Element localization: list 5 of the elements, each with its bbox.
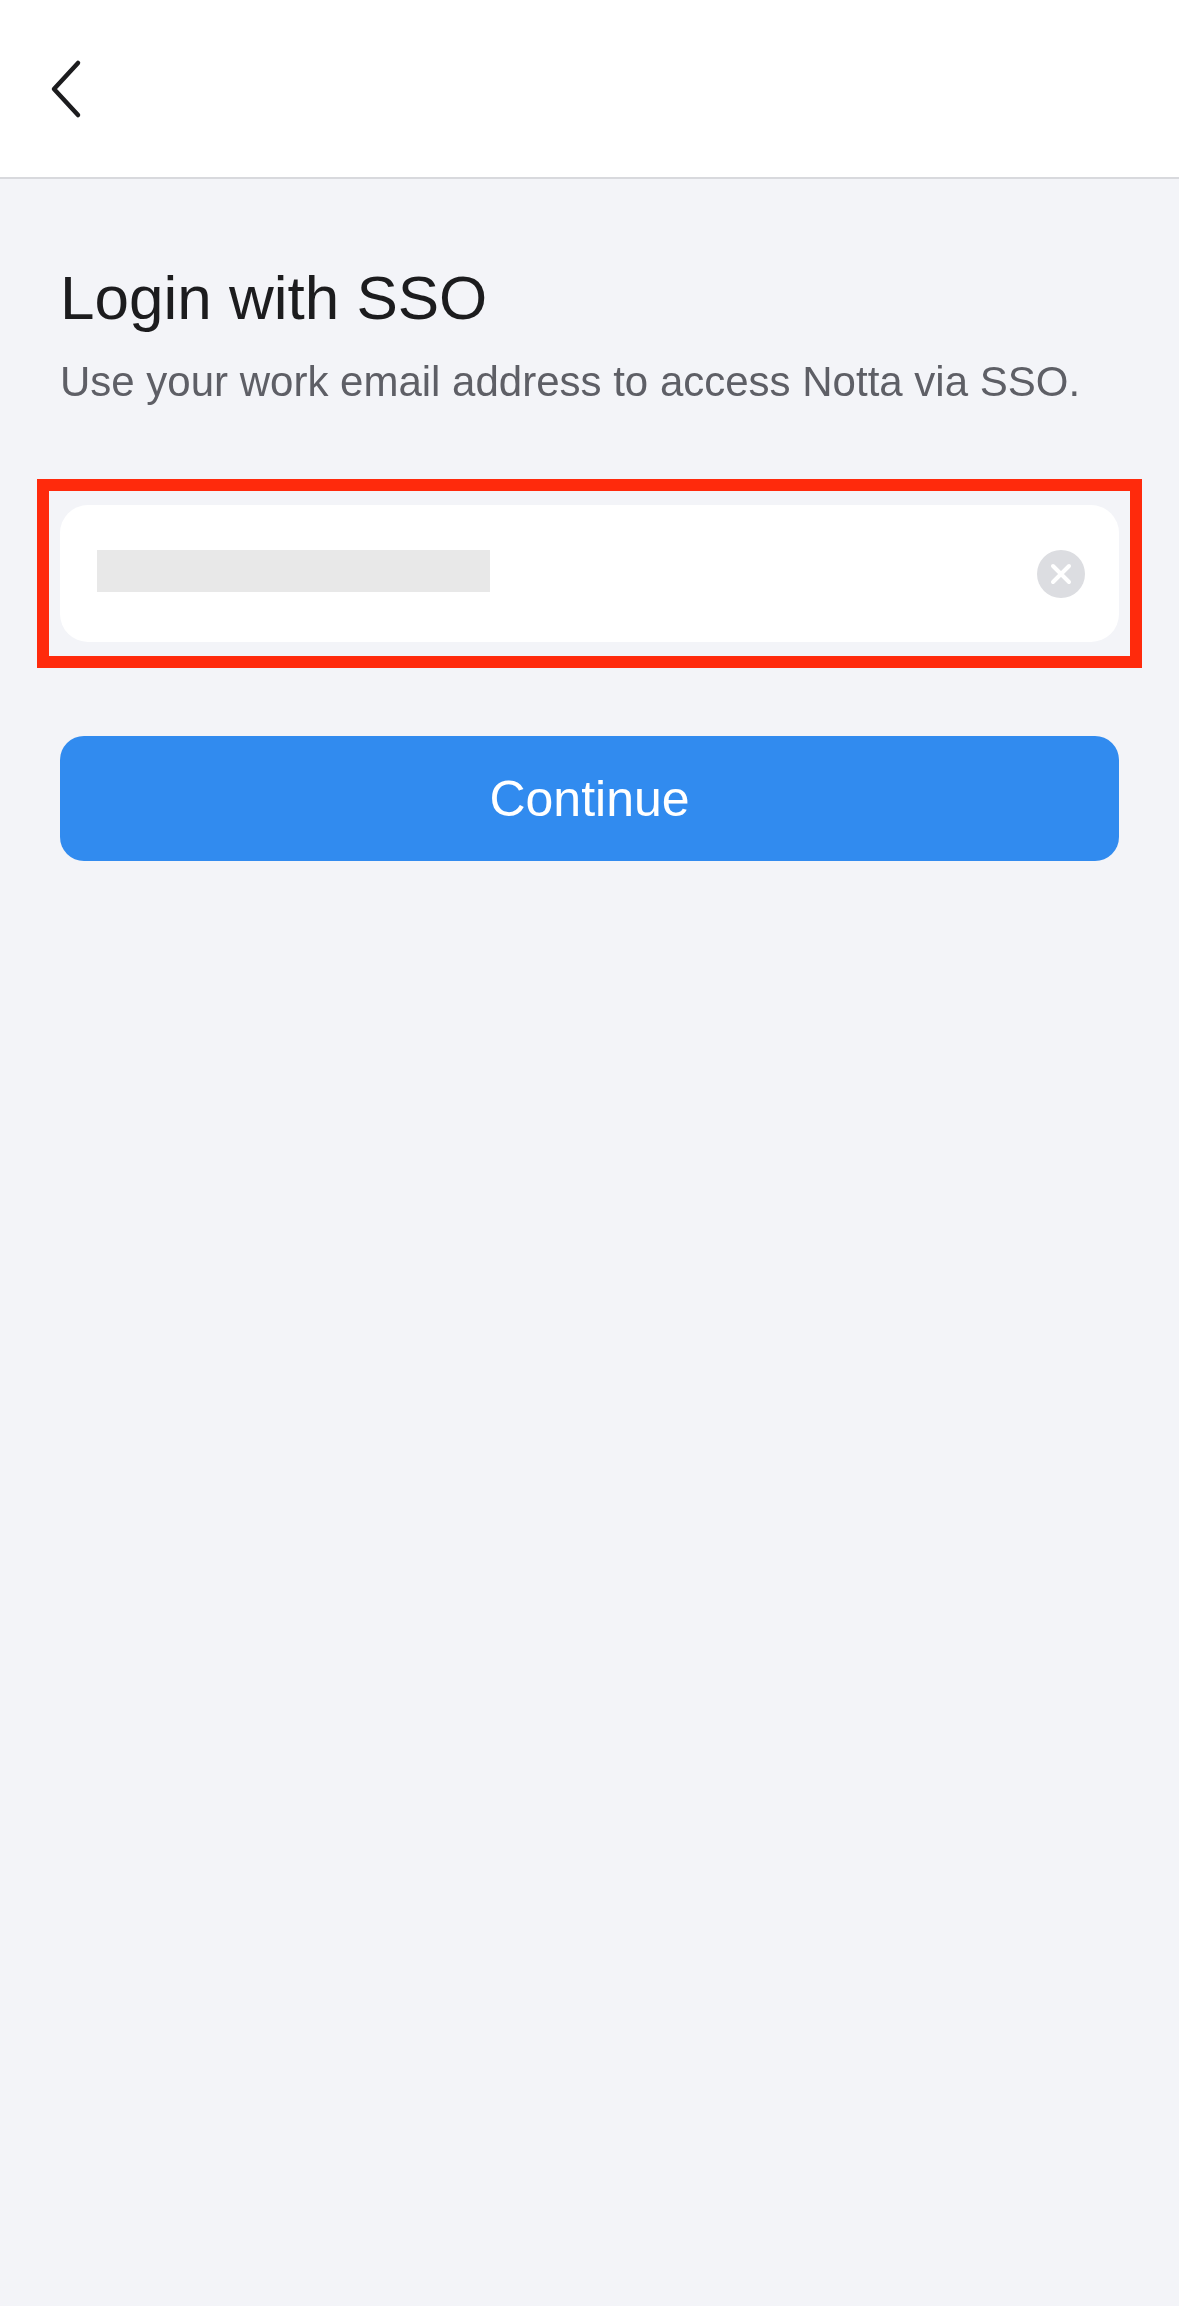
page-title: Login with SSO <box>60 262 489 334</box>
clear-icon[interactable] <box>1037 549 1085 598</box>
continue-button[interactable]: Continue <box>60 736 1119 862</box>
subtitle: Use your work email address to access Notta via SSO. <box>60 357 1082 408</box>
email-field[interactable] <box>60 505 1119 643</box>
